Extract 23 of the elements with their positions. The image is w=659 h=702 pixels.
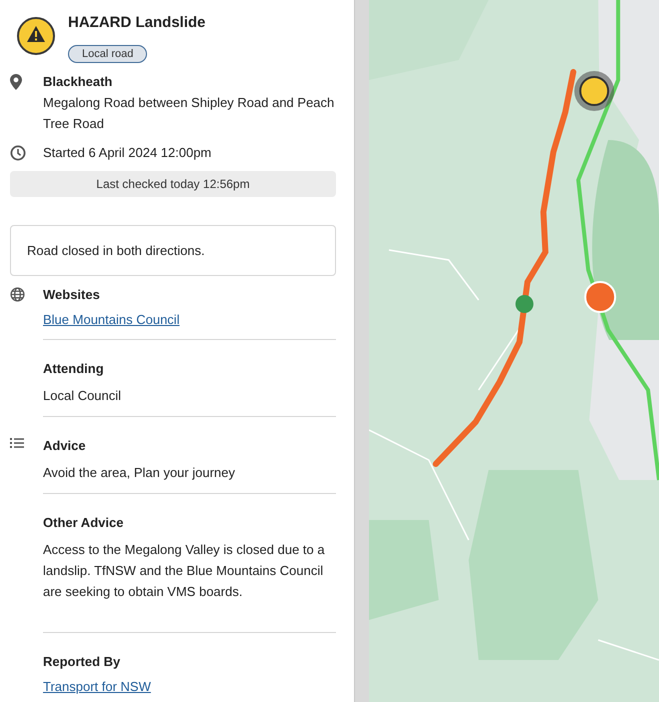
section-heading: Websites [43, 286, 100, 304]
incident-title: HAZARD Landslide [68, 14, 206, 31]
suburb-name: Blackheath [43, 73, 112, 91]
last-checked-bar: Last checked today 12:56pm [10, 171, 336, 197]
scrollbar[interactable] [354, 0, 369, 702]
section-text: Avoid the area, Plan your journey [43, 464, 235, 482]
website-link[interactable]: Transport for NSW [43, 678, 151, 696]
location-description: Megalong Road between Shipley Road and Peach Tree Road [43, 94, 336, 133]
list-icon [10, 437, 24, 449]
section-heading: Other Advice [43, 514, 124, 532]
section-text: Access to the Megalong Valley is closed due to a landslip. TfNSW and the Blue Mountains Council are seeking to obtain VMS boards. [43, 541, 326, 601]
start-time: Started 6 April 2024 12:00pm [43, 144, 212, 162]
road-type-tag: Local road [68, 45, 148, 63]
section-heading: Attending [43, 360, 104, 378]
globe-icon [10, 287, 25, 302]
section-heading: Advice [43, 437, 86, 455]
section-text: Local Council [43, 387, 122, 405]
clock-icon [10, 145, 26, 161]
section-heading: Reported By [43, 653, 120, 671]
website-link[interactable]: Blue Mountains Council [43, 311, 180, 329]
location-pin-icon [10, 74, 22, 90]
road-status-notice: Road closed in both directions. [10, 225, 336, 276]
warning-icon [16, 16, 56, 56]
